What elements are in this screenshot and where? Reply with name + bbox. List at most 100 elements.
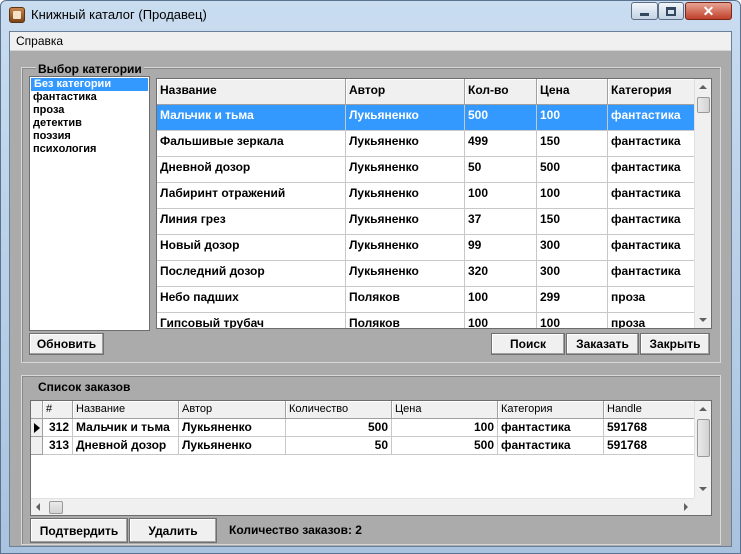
scroll-up-arrow-icon[interactable] — [699, 85, 707, 89]
orders-grid[interactable]: # Название Автор Количество Цена Категория Han… — [30, 400, 712, 516]
table-row[interactable]: Небо падших Поляков 100 299 проза — [157, 287, 695, 313]
orders-scroll-thumb[interactable] — [697, 419, 710, 457]
table-row[interactable]: Фальшивые зеркала Лукьяненко 499 150 фантаст… — [157, 131, 695, 157]
table-cell: Небо падших — [157, 287, 346, 313]
table-cell: 100 — [537, 183, 608, 209]
title-bar[interactable]: Книжный каталог (Продавец) ✕ — [1, 1, 740, 29]
category-list-item[interactable]: фантастика — [30, 91, 149, 104]
table-cell: проза — [608, 287, 695, 313]
window-title: Книжный каталог (Продавец) — [31, 7, 207, 22]
category-list-item[interactable]: детектив — [30, 117, 149, 130]
table-cell: Последний дозор — [157, 261, 346, 287]
table-cell: фантастика — [608, 235, 695, 261]
books-column-header[interactable]: Автор — [346, 79, 465, 105]
table-cell: 320 — [465, 261, 537, 287]
minimize-button[interactable] — [631, 2, 658, 20]
orders-horizontal-scrollbar[interactable] — [31, 498, 695, 515]
maximize-icon — [666, 6, 676, 16]
search-button[interactable]: Поиск — [491, 333, 565, 355]
category-list[interactable]: Без категории фантастика проза детектив поэз… — [29, 76, 150, 331]
orders-scroll-down-arrow-icon[interactable] — [699, 487, 707, 491]
table-cell: Лабиринт отражений — [157, 183, 346, 209]
category-group-title: Выбор категории — [36, 62, 144, 76]
table-row[interactable]: Мальчик и тьма Лукьяненко 500 100 фантастика — [157, 105, 695, 131]
table-cell: Фальшивые зеркала — [157, 131, 346, 157]
confirm-button[interactable]: Подтвердить — [30, 518, 128, 543]
table-cell: 500 — [537, 157, 608, 183]
scroll-down-arrow-icon[interactable] — [699, 318, 707, 322]
orders-scroll-up-arrow-icon[interactable] — [699, 407, 707, 411]
row-indicator-header — [31, 401, 43, 419]
close-window-button[interactable]: ✕ — [685, 2, 732, 20]
orders-vertical-scrollbar[interactable] — [694, 401, 711, 498]
table-cell: Мальчик и тьма — [157, 105, 346, 131]
table-cell: 312 — [43, 419, 73, 437]
table-cell: 100 — [537, 105, 608, 131]
table-cell: Гипсовый трубач — [157, 313, 346, 328]
books-grid-body: Название Автор Кол-во Цена Категория Мальчик … — [157, 79, 695, 328]
book-catalog-icon — [9, 7, 25, 23]
close-button[interactable]: Закрыть — [640, 333, 710, 355]
client-area: Справка Выбор категории Без категории фан… — [9, 31, 732, 547]
table-cell: 50 — [465, 157, 537, 183]
orders-column-header[interactable]: Количество — [286, 401, 392, 419]
books-column-header[interactable]: Название — [157, 79, 346, 105]
books-grid-header: Название Автор Кол-во Цена Категория — [157, 79, 695, 105]
table-cell: Мальчик и тьма — [73, 419, 179, 437]
books-column-header[interactable]: Кол-во — [465, 79, 537, 105]
table-cell: Новый дозор — [157, 235, 346, 261]
table-cell: фантастика — [608, 183, 695, 209]
books-column-header[interactable]: Категория — [608, 79, 695, 105]
menu-help[interactable]: Справка — [16, 34, 63, 48]
category-list-item[interactable]: поэзия — [30, 130, 149, 143]
delete-button[interactable]: Удалить — [129, 518, 217, 543]
table-cell: 313 — [43, 437, 73, 455]
table-cell: 100 — [465, 183, 537, 209]
order-button[interactable]: Заказать — [566, 333, 639, 355]
orders-column-header[interactable]: Название — [73, 401, 179, 419]
table-row[interactable]: 313 Дневной дозор Лукьяненко 50 500 фантастик… — [31, 437, 695, 455]
table-row[interactable]: Новый дозор Лукьяненко 99 300 фантастика — [157, 235, 695, 261]
table-cell: 591768 — [604, 437, 695, 455]
table-cell: 500 — [465, 105, 537, 131]
close-icon: ✕ — [702, 3, 715, 19]
table-cell: Лукьяненко — [179, 419, 286, 437]
orders-column-header[interactable]: Категория — [498, 401, 604, 419]
category-list-item[interactable]: псиxология — [30, 143, 149, 156]
books-grid[interactable]: Название Автор Кол-во Цена Категория Мальчик … — [156, 78, 712, 329]
orders-column-header[interactable]: # — [43, 401, 73, 419]
table-cell: Лукьяненко — [179, 437, 286, 455]
books-scroll-thumb[interactable] — [697, 97, 710, 113]
category-list-item[interactable]: проза — [30, 104, 149, 117]
table-row[interactable]: Линия грез Лукьяненко 37 150 фантастика — [157, 209, 695, 235]
row-indicator — [31, 437, 43, 455]
orders-hscroll-thumb[interactable] — [49, 501, 63, 514]
scroll-right-arrow-icon[interactable] — [684, 503, 688, 511]
table-row[interactable]: Дневной дозор Лукьяненко 50 500 фантастика — [157, 157, 695, 183]
table-cell: 299 — [537, 287, 608, 313]
table-cell: 499 — [465, 131, 537, 157]
maximize-button[interactable] — [658, 2, 684, 20]
table-row[interactable]: Гипсовый трубач Поляков 100 100 проза — [157, 313, 695, 328]
table-cell: 37 — [465, 209, 537, 235]
scroll-left-arrow-icon[interactable] — [36, 503, 40, 511]
table-row[interactable]: Лабиринт отражений Лукьяненко 100 100 фантас… — [157, 183, 695, 209]
menu-bar: Справка — [10, 32, 731, 51]
table-cell: Поляков — [346, 287, 465, 313]
refresh-button[interactable]: Обновить — [29, 333, 104, 355]
orders-column-header[interactable]: Handle — [604, 401, 695, 419]
orders-column-header[interactable]: Автор — [179, 401, 286, 419]
table-cell: фантастика — [608, 131, 695, 157]
books-vertical-scrollbar[interactable] — [694, 79, 711, 328]
table-row[interactable]: 312 Мальчик и тьма Лукьяненко 500 100 фантаст… — [31, 419, 695, 437]
table-cell: фантастика — [498, 437, 604, 455]
table-cell: Поляков — [346, 313, 465, 328]
books-column-header[interactable]: Цена — [537, 79, 608, 105]
table-cell: проза — [608, 313, 695, 328]
table-cell: 150 — [537, 209, 608, 235]
category-list-item[interactable]: Без категории — [31, 78, 148, 91]
minimize-icon — [640, 13, 649, 16]
orders-column-header[interactable]: Цена — [392, 401, 498, 419]
table-row[interactable]: Последний дозор Лукьяненко 320 300 фантастик… — [157, 261, 695, 287]
table-cell: Лукьяненко — [346, 105, 465, 131]
